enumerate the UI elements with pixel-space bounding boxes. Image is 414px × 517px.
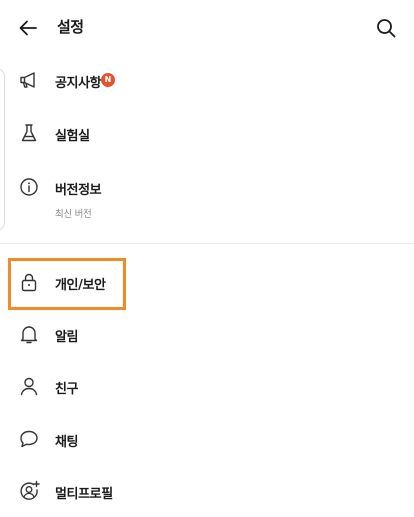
menu-sublabel-version: 최신 버전 <box>55 209 92 220</box>
menu-item-lab[interactable]: 실험실 <box>0 113 414 153</box>
menu-label-friends: 친구 <box>55 382 79 397</box>
person-icon <box>17 374 41 398</box>
search-icon <box>375 17 397 39</box>
menu-label-multiprofile: 멀티프로필 <box>55 487 113 502</box>
menu-label-privacy: 개인/보안 <box>55 278 106 293</box>
arrow-left-icon <box>17 17 39 39</box>
bell-icon <box>17 322 41 346</box>
menu-item-chat[interactable]: 채팅 <box>0 419 414 459</box>
menu-label-chat: 채팅 <box>55 435 79 450</box>
add-profile-icon <box>17 479 41 503</box>
megaphone-icon <box>17 68 41 92</box>
chat-bubble-icon <box>17 427 41 451</box>
menu-label-notifications: 알림 <box>55 330 79 345</box>
menu-item-privacy[interactable]: 개인/보안 <box>0 261 414 305</box>
search-button[interactable] <box>370 13 402 43</box>
menu-label-version: 버전정보 <box>55 183 102 198</box>
page-title: 설정 <box>57 18 84 36</box>
settings-screen: 설정 공지사항 N 실험실 버전정보 최신 버전 개인/보안 알림 친구 채팅 … <box>0 0 414 517</box>
menu-item-notices[interactable]: 공지사항 N <box>0 60 414 100</box>
menu-item-multiprofile[interactable]: 멀티프로필 <box>0 471 414 511</box>
info-icon <box>17 175 41 199</box>
menu-label-lab: 실험실 <box>55 129 90 144</box>
new-badge: N <box>101 73 115 87</box>
menu-label-notices: 공지사항 <box>55 76 102 91</box>
header: 설정 <box>0 0 414 56</box>
menu-item-version[interactable]: 버전정보 최신 버전 <box>0 167 414 227</box>
menu-item-friends[interactable]: 친구 <box>0 366 414 406</box>
lock-icon <box>17 270 41 294</box>
back-button[interactable] <box>12 13 44 43</box>
section-divider <box>0 243 414 244</box>
flask-icon <box>17 121 41 145</box>
menu-item-notifications[interactable]: 알림 <box>0 314 414 354</box>
